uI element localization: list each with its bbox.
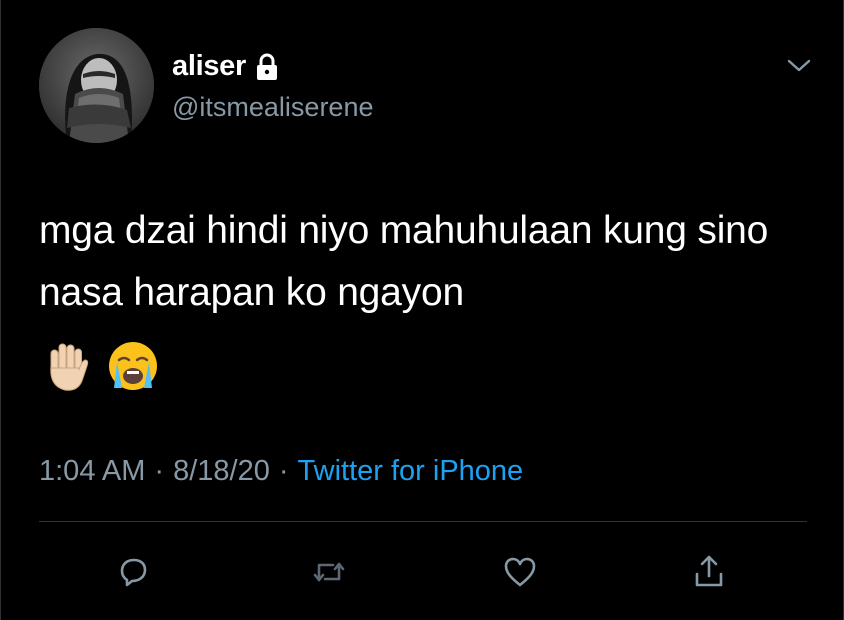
tweet-date[interactable]: 8/18/20 (173, 455, 270, 488)
retweet-button[interactable] (297, 540, 361, 604)
reply-button[interactable] (101, 540, 165, 604)
meta-separator: · (154, 455, 165, 487)
like-button[interactable] (488, 540, 552, 604)
retweet-icon (313, 562, 345, 582)
meta-separator: · (278, 455, 289, 487)
emoji-row (39, 338, 161, 394)
lock-icon (254, 53, 280, 81)
chevron-down-icon[interactable] (785, 56, 813, 76)
share-button[interactable] (677, 540, 741, 604)
reply-icon (120, 558, 147, 587)
heart-icon (504, 557, 536, 587)
loudly-crying-face-emoji-icon (105, 338, 161, 394)
avatar[interactable] (39, 28, 154, 143)
tweet-container: aliser @itsmealiserene mga dzai hindi ni… (0, 0, 844, 620)
tweet-meta: 1:04 AM · 8/18/20 · Twitter for iPhone (39, 455, 523, 488)
tweet-text: mga dzai hindi niyo mahuhulaan kung sino… (39, 209, 769, 314)
action-bar (1, 540, 844, 604)
tweet-source-link[interactable]: Twitter for iPhone (298, 455, 524, 488)
divider (39, 521, 807, 522)
name-row: aliser (172, 50, 280, 83)
raised-hand-emoji-icon (39, 338, 95, 394)
display-name[interactable]: aliser (172, 50, 246, 83)
avatar-photo-icon (39, 28, 154, 143)
share-icon (695, 555, 723, 587)
user-handle[interactable]: @itsmealiserene (172, 92, 374, 123)
tweet-time[interactable]: 1:04 AM (39, 455, 145, 488)
